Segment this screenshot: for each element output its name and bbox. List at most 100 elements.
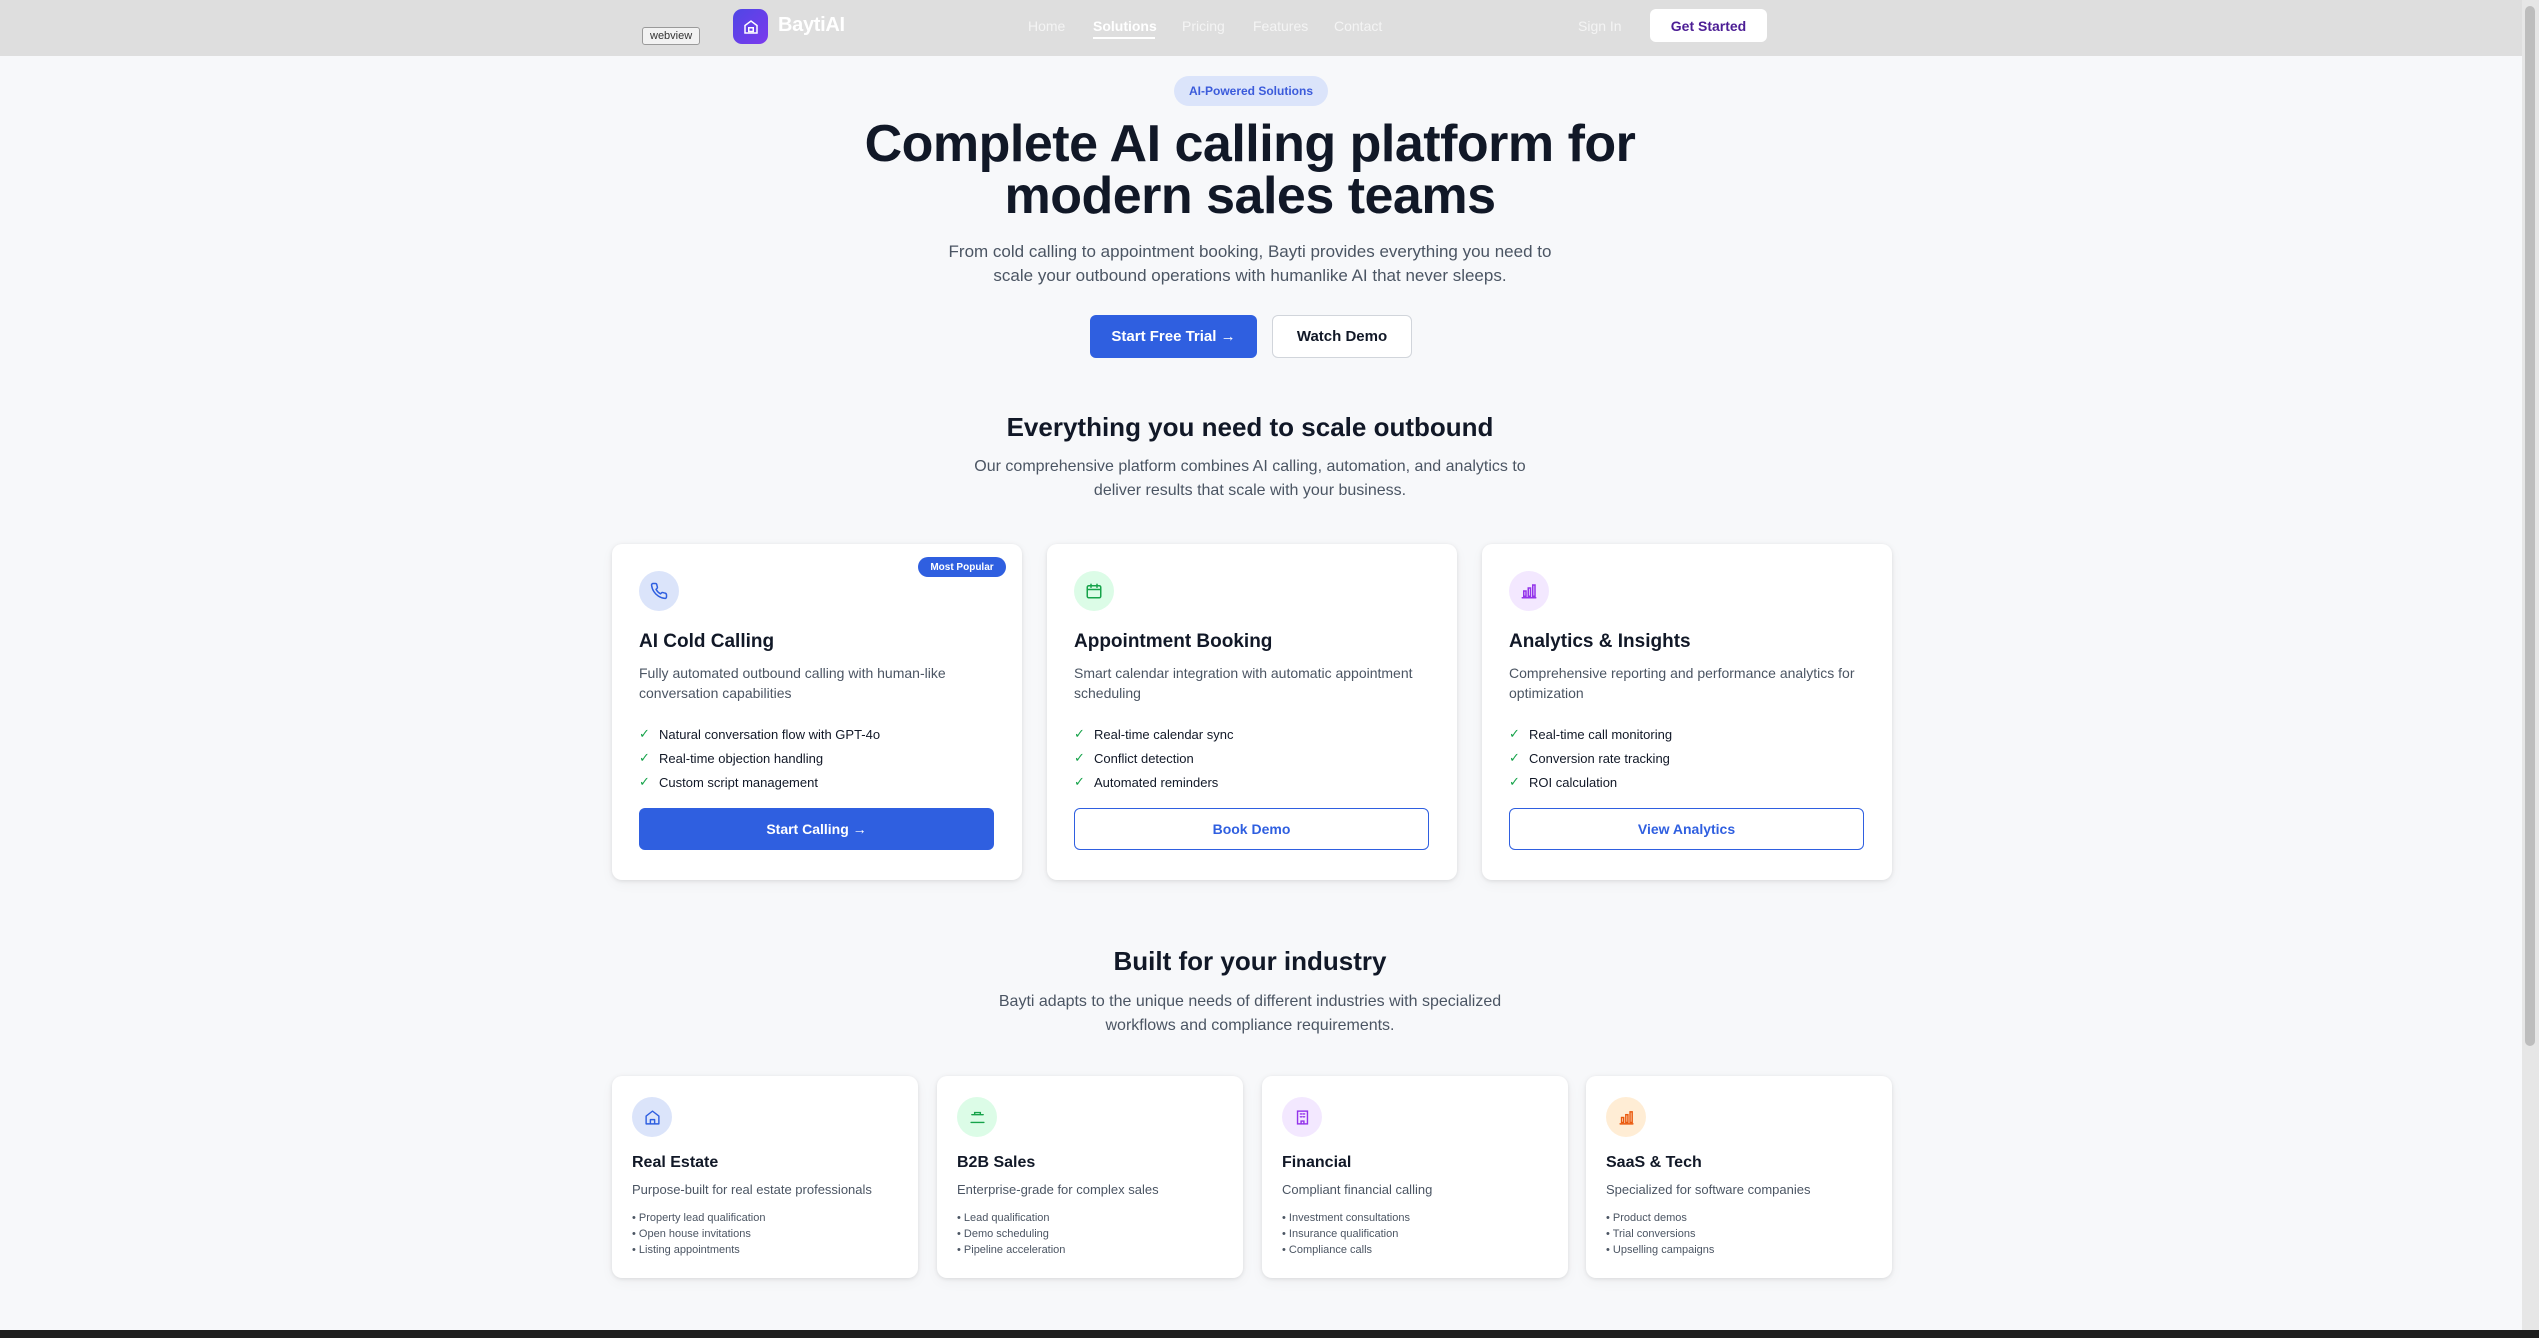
features-section-title: Everything you need to scale outbound bbox=[1006, 412, 1494, 442]
briefcase-icon bbox=[957, 1097, 997, 1137]
sign-in-link[interactable]: Sign In bbox=[1578, 18, 1622, 34]
hero-title: Complete AI calling platform for modern … bbox=[770, 118, 1730, 222]
scrollbar-thumb[interactable] bbox=[2525, 6, 2535, 1046]
feature-card-title: Analytics & Insights bbox=[1509, 631, 1691, 652]
industry-card-title: Real Estate bbox=[632, 1154, 719, 1171]
list-item: ✓ Conversion rate tracking bbox=[1509, 750, 1670, 766]
nav-link-contact[interactable]: Contact bbox=[1334, 18, 1382, 34]
list-item: ✓ ROI calculation bbox=[1509, 774, 1618, 790]
industry-card-list: • Investment consultations • Insurance q… bbox=[1282, 1210, 1410, 1258]
check-icon: ✓ bbox=[1074, 774, 1085, 789]
nav-link-solutions[interactable]: Solutions bbox=[1093, 18, 1157, 34]
list-item: • Investment consultations bbox=[1282, 1212, 1410, 1224]
nav-link-features[interactable]: Features bbox=[1253, 18, 1308, 34]
list-item: ✓ Real-time objection handling bbox=[639, 750, 824, 766]
check-icon: ✓ bbox=[1074, 750, 1085, 765]
list-item: • Pipeline acceleration bbox=[957, 1244, 1066, 1256]
industry-subtitle-line-1: Bayti adapts to the unique needs of diff… bbox=[998, 993, 1502, 1010]
industry-card-description: Enterprise-grade for complex sales bbox=[957, 1182, 1159, 1197]
industry-card-real-estate[interactable]: Real Estate Purpose-built for real estat… bbox=[612, 1076, 918, 1278]
feature-card-description: Comprehensive reporting and performance … bbox=[1509, 665, 1855, 701]
check-icon: ✓ bbox=[1509, 726, 1520, 741]
list-item: ✓ Real-time calendar sync bbox=[1074, 726, 1234, 742]
feature-card-appointment-booking: Appointment Booking Smart calendar integ… bbox=[1047, 544, 1457, 880]
feature-card-list: ✓ Natural conversation flow with GPT-4o ✓… bbox=[639, 722, 880, 794]
check-icon: ✓ bbox=[1509, 774, 1520, 789]
industry-card-saas-tech[interactable]: SaaS & Tech Specialized for software com… bbox=[1586, 1076, 1892, 1278]
feature-card-title: AI Cold Calling bbox=[639, 631, 775, 652]
hero-badge: AI-Powered Solutions bbox=[1174, 76, 1328, 106]
list-item: ✓ Conflict detection bbox=[1074, 750, 1194, 766]
list-item: • Demo scheduling bbox=[957, 1228, 1049, 1240]
start-calling-button[interactable]: Start Calling → bbox=[639, 808, 994, 850]
features-subtitle-line-2: deliver results that scale with your bus… bbox=[1093, 482, 1407, 499]
list-item: • Compliance calls bbox=[1282, 1244, 1373, 1256]
most-popular-badge: Most Popular bbox=[918, 557, 1006, 577]
list-item: • Upselling campaigns bbox=[1606, 1244, 1715, 1256]
list-item: • Insurance qualification bbox=[1282, 1228, 1399, 1240]
webview-tag: webview bbox=[642, 27, 701, 45]
features-section-subtitle: Our comprehensive platform combines AI c… bbox=[900, 455, 1600, 503]
window-bottom-edge bbox=[0, 1330, 2539, 1338]
hero-subtitle-line-2: scale your outbound operations with huma… bbox=[993, 266, 1507, 285]
list-item: • Property lead qualification bbox=[632, 1212, 766, 1224]
nav-link-home[interactable]: Home bbox=[1028, 18, 1065, 34]
building-icon bbox=[1282, 1097, 1322, 1137]
logo-icon[interactable] bbox=[733, 9, 768, 44]
list-item: • Listing appointments bbox=[632, 1244, 740, 1256]
feature-card-ai-cold-calling: AI Cold Calling Fully automated outbound… bbox=[612, 544, 1022, 880]
feature-card-description: Fully automated outbound calling with hu… bbox=[639, 665, 946, 701]
industry-card-title: SaaS & Tech bbox=[1606, 1154, 1702, 1171]
watch-demo-button[interactable]: Watch Demo bbox=[1272, 315, 1412, 358]
industry-card-description: Specialized for software companies bbox=[1606, 1182, 1811, 1197]
active-nav-indicator bbox=[1093, 37, 1155, 39]
hero-title-line-2: modern sales teams bbox=[1004, 167, 1496, 225]
list-item: ✓ Custom script management bbox=[639, 774, 818, 790]
industry-card-list: • Lead qualification • Demo scheduling •… bbox=[957, 1210, 1065, 1258]
get-started-button[interactable]: Get Started bbox=[1650, 9, 1767, 42]
industry-card-description: Purpose-built for real estate profession… bbox=[632, 1182, 872, 1197]
view-analytics-button[interactable]: View Analytics bbox=[1509, 808, 1864, 850]
list-item: • Lead qualification bbox=[957, 1212, 1050, 1224]
page: webview BaytiAI Home Solutions Pricing F… bbox=[0, 0, 2522, 1330]
check-icon: ✓ bbox=[639, 774, 650, 789]
feature-card-description: Smart calendar integration with automati… bbox=[1074, 665, 1413, 701]
check-icon: ✓ bbox=[639, 750, 650, 765]
logo-text[interactable]: BaytiAI bbox=[778, 14, 845, 37]
feature-card-list: ✓ Real-time call monitoring ✓ Conversion r… bbox=[1509, 722, 1672, 794]
hero-subtitle: From cold calling to appointment booking… bbox=[900, 240, 1600, 288]
bar-chart-icon bbox=[1606, 1097, 1646, 1137]
industry-card-title: B2B Sales bbox=[957, 1154, 1036, 1171]
industry-card-list: • Product demos • Trial conversions • Up… bbox=[1606, 1210, 1714, 1258]
industry-card-list: • Property lead qualification • Open hou… bbox=[632, 1210, 765, 1258]
list-item: • Open house invitations bbox=[632, 1228, 751, 1240]
check-icon: ✓ bbox=[1509, 750, 1520, 765]
feature-card-analytics-insights: Analytics & Insights Comprehensive repor… bbox=[1482, 544, 1892, 880]
nav-link-pricing[interactable]: Pricing bbox=[1182, 18, 1225, 34]
bar-chart-icon bbox=[1509, 571, 1549, 611]
list-item: ✓ Natural conversation flow with GPT-4o bbox=[639, 726, 881, 742]
industry-section-subtitle: Bayti adapts to the unique needs of diff… bbox=[900, 990, 1600, 1038]
hero-title-line-1: Complete AI calling platform for bbox=[864, 115, 1636, 173]
calendar-icon bbox=[1074, 571, 1114, 611]
industry-card-b2b-sales[interactable]: B2B Sales Enterprise-grade for complex s… bbox=[937, 1076, 1243, 1278]
features-subtitle-line-1: Our comprehensive platform combines AI c… bbox=[974, 458, 1526, 475]
book-demo-button[interactable]: Book Demo bbox=[1074, 808, 1429, 850]
list-item: ✓ Automated reminders bbox=[1074, 774, 1219, 790]
industry-subtitle-line-2: workflows and compliance requirements. bbox=[1105, 1017, 1395, 1034]
list-item: ✓ Real-time call monitoring bbox=[1509, 726, 1673, 742]
feature-card-title: Appointment Booking bbox=[1074, 631, 1273, 652]
list-item: • Product demos bbox=[1606, 1212, 1687, 1224]
phone-icon bbox=[639, 571, 679, 611]
check-icon: ✓ bbox=[639, 726, 650, 741]
feature-card-list: ✓ Real-time calendar sync ✓ Conflict detec… bbox=[1074, 722, 1233, 794]
industry-section-title: Built for your industry bbox=[1113, 946, 1387, 976]
industry-card-title: Financial bbox=[1282, 1154, 1352, 1171]
check-icon: ✓ bbox=[1074, 726, 1085, 741]
top-nav: webview BaytiAI Home Solutions Pricing F… bbox=[0, 0, 2522, 56]
start-free-trial-button[interactable]: Start Free Trial → bbox=[1090, 315, 1257, 358]
hero-subtitle-line-1: From cold calling to appointment booking… bbox=[948, 242, 1552, 261]
industry-card-description: Compliant financial calling bbox=[1282, 1182, 1433, 1197]
industry-card-financial[interactable]: Financial Compliant financial calling • … bbox=[1262, 1076, 1568, 1278]
house-icon bbox=[632, 1097, 672, 1137]
